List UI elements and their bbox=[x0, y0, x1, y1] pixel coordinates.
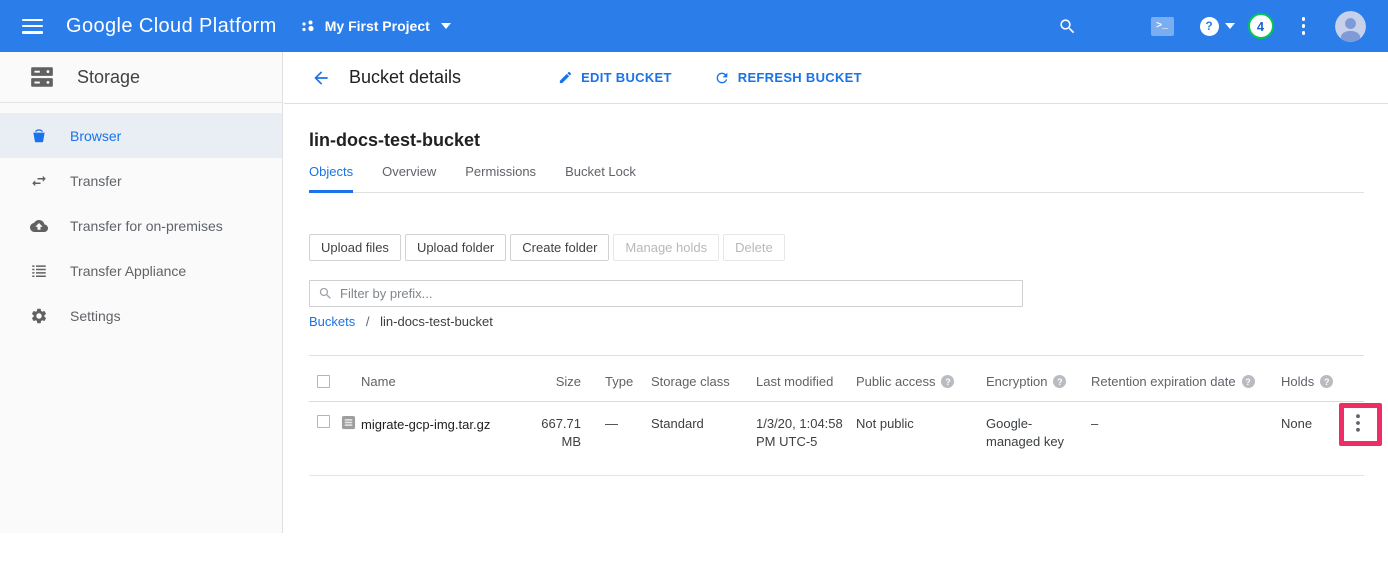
refresh-bucket-label: REFRESH BUCKET bbox=[738, 70, 862, 85]
bucket-tabs: Objects Overview Permissions Bucket Lock bbox=[309, 160, 1364, 193]
sidebar-item-transfer-on-premises[interactable]: Transfer for on-premises bbox=[0, 203, 282, 248]
filter-input[interactable] bbox=[340, 286, 1014, 301]
cell-object-name[interactable]: migrate-gcp-img.tar.gz bbox=[361, 402, 539, 434]
help-icon[interactable] bbox=[941, 375, 954, 388]
sidebar-item-label: Browser bbox=[70, 128, 121, 144]
brand-title: Google Cloud Platform bbox=[66, 15, 277, 38]
main-content: Bucket details EDIT BUCKET REFRESH BUCKE… bbox=[284, 52, 1388, 579]
help-icon[interactable] bbox=[1053, 375, 1066, 388]
chevron-down-icon bbox=[441, 23, 451, 29]
column-header-name: Name bbox=[361, 374, 539, 389]
tab-bucket-lock[interactable]: Bucket Lock bbox=[565, 160, 636, 193]
avatar[interactable] bbox=[1335, 11, 1366, 42]
gear-icon bbox=[30, 307, 48, 325]
project-name: My First Project bbox=[325, 18, 430, 34]
search-icon bbox=[318, 286, 333, 301]
sidebar: Storage Browser Transfer Transfer for on… bbox=[0, 52, 283, 533]
breadcrumb-current: lin-docs-test-bucket bbox=[380, 314, 493, 329]
upload-folder-button[interactable]: Upload folder bbox=[405, 234, 506, 261]
project-icon bbox=[301, 19, 316, 34]
page-title: Bucket details bbox=[349, 67, 461, 88]
tab-permissions[interactable]: Permissions bbox=[465, 160, 536, 193]
sidebar-header: Storage bbox=[0, 52, 282, 103]
help-icon[interactable] bbox=[1242, 375, 1255, 388]
object-file-icon bbox=[341, 415, 361, 435]
cell-retention: – bbox=[1091, 402, 1281, 433]
column-header-last-modified: Last modified bbox=[756, 374, 856, 389]
cell-public-access: Not public bbox=[856, 402, 986, 433]
edit-bucket-button[interactable]: EDIT BUCKET bbox=[558, 70, 672, 85]
cell-type: — bbox=[605, 402, 651, 433]
menu-icon[interactable] bbox=[22, 19, 43, 34]
sidebar-item-label: Transfer for on-premises bbox=[70, 218, 223, 234]
appliance-icon bbox=[30, 262, 48, 280]
sidebar-title: Storage bbox=[77, 67, 140, 88]
cell-last-modified: 1/3/20, 1:04:58 PM UTC-5 bbox=[756, 402, 856, 451]
delete-button: Delete bbox=[723, 234, 785, 261]
breadcrumb: Buckets / lin-docs-test-bucket bbox=[309, 314, 1364, 330]
cloud-shell-icon[interactable]: >_ bbox=[1151, 17, 1174, 36]
cell-holds: None bbox=[1281, 402, 1351, 433]
row-checkbox[interactable] bbox=[317, 415, 330, 428]
sidebar-item-label: Transfer Appliance bbox=[70, 263, 186, 279]
refresh-icon bbox=[714, 70, 730, 86]
tab-overview[interactable]: Overview bbox=[382, 160, 436, 193]
top-app-bar: Google Cloud Platform My First Project >… bbox=[0, 0, 1388, 52]
table-row: migrate-gcp-img.tar.gz 667.71 MB — Stand… bbox=[309, 402, 1364, 476]
breadcrumb-buckets-link[interactable]: Buckets bbox=[309, 314, 355, 329]
sidebar-item-label: Transfer bbox=[70, 173, 122, 189]
breadcrumb-separator: / bbox=[366, 314, 370, 329]
swap-arrows-icon bbox=[30, 172, 48, 190]
cell-encryption: Google-managed key bbox=[986, 402, 1091, 451]
create-folder-button[interactable]: Create folder bbox=[510, 234, 609, 261]
manage-holds-button: Manage holds bbox=[613, 234, 719, 261]
refresh-bucket-button[interactable]: REFRESH BUCKET bbox=[714, 70, 862, 86]
sidebar-item-transfer-appliance[interactable]: Transfer Appliance bbox=[0, 248, 282, 293]
cell-storage-class: Standard bbox=[651, 402, 756, 433]
pencil-icon bbox=[558, 70, 573, 85]
objects-toolbar: Upload files Upload folder Create folder… bbox=[309, 234, 1364, 261]
column-header-holds: Holds bbox=[1281, 374, 1351, 389]
storage-product-icon bbox=[29, 64, 55, 90]
more-options-icon[interactable] bbox=[1302, 15, 1306, 36]
help-icon: ? bbox=[1200, 17, 1219, 36]
more-vert-icon bbox=[1356, 414, 1360, 432]
column-header-encryption: Encryption bbox=[986, 374, 1091, 389]
cell-size: 667.71 MB bbox=[539, 402, 605, 451]
tab-objects[interactable]: Objects bbox=[309, 160, 353, 193]
table-header-row: Name Size Type Storage class Last modifi… bbox=[309, 356, 1364, 402]
column-header-type: Type bbox=[605, 374, 651, 389]
chevron-down-icon bbox=[1225, 23, 1235, 29]
bucket-icon bbox=[30, 127, 48, 145]
upload-files-button[interactable]: Upload files bbox=[309, 234, 401, 261]
sidebar-nav: Browser Transfer Transfer for on-premise… bbox=[0, 103, 282, 338]
select-all-checkbox[interactable] bbox=[317, 375, 330, 388]
column-header-storage-class: Storage class bbox=[651, 374, 756, 389]
cloud-upload-icon bbox=[30, 217, 48, 235]
search-icon[interactable] bbox=[1058, 17, 1077, 36]
help-menu[interactable]: ? bbox=[1200, 17, 1235, 36]
notifications-badge[interactable]: 4 bbox=[1248, 13, 1274, 39]
project-selector[interactable]: My First Project bbox=[301, 18, 451, 34]
bucket-name-title: lin-docs-test-bucket bbox=[309, 130, 1364, 150]
column-header-public-access: Public access bbox=[856, 374, 986, 389]
column-header-size: Size bbox=[539, 374, 605, 389]
sidebar-item-transfer[interactable]: Transfer bbox=[0, 158, 282, 203]
page-header: Bucket details EDIT BUCKET REFRESH BUCKE… bbox=[284, 52, 1388, 104]
column-header-retention: Retention expiration date bbox=[1091, 374, 1281, 389]
edit-bucket-label: EDIT BUCKET bbox=[581, 70, 672, 85]
filter-box[interactable] bbox=[309, 280, 1023, 307]
help-icon[interactable] bbox=[1320, 375, 1333, 388]
back-arrow-icon[interactable] bbox=[311, 68, 331, 88]
row-menu-button[interactable] bbox=[1351, 402, 1364, 432]
sidebar-item-settings[interactable]: Settings bbox=[0, 293, 282, 338]
objects-table: Name Size Type Storage class Last modifi… bbox=[309, 355, 1364, 476]
sidebar-item-browser[interactable]: Browser bbox=[0, 113, 282, 158]
sidebar-item-label: Settings bbox=[70, 308, 121, 324]
